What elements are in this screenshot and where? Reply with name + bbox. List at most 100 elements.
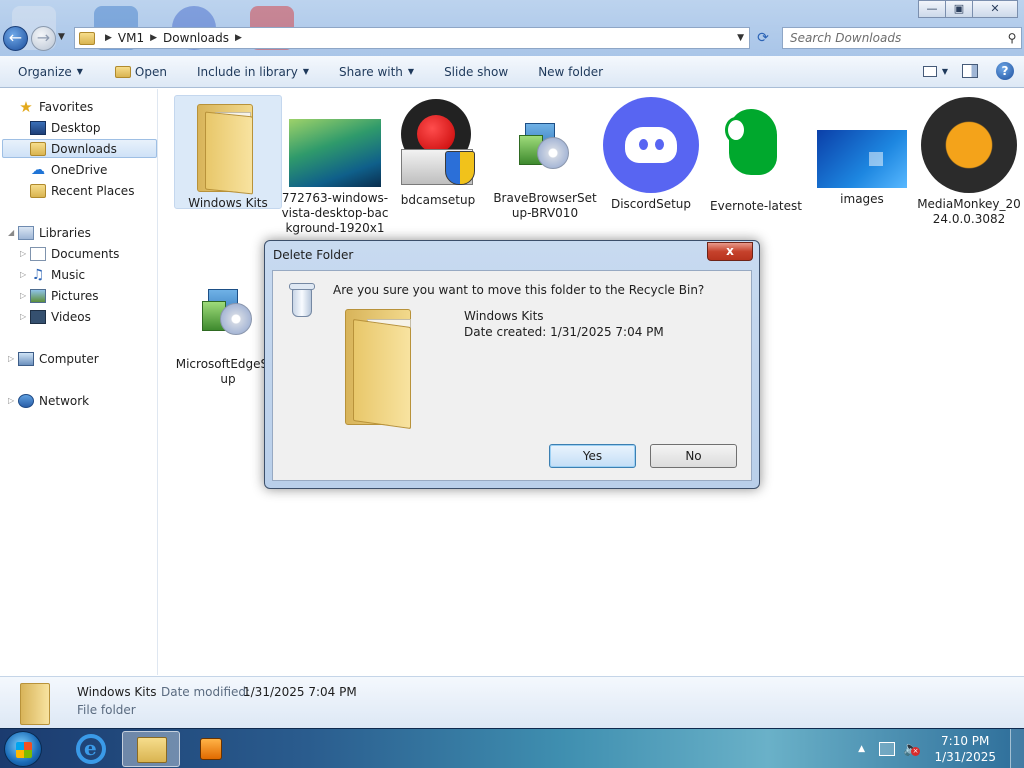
- bandicam-icon: [397, 99, 479, 189]
- file-item-evernote[interactable]: Evernote-latest: [702, 95, 810, 214]
- dialog-close-button[interactable]: x: [707, 242, 753, 261]
- preview-pane-icon[interactable]: [962, 64, 978, 78]
- chevron-right-icon[interactable]: ▶: [235, 33, 242, 43]
- expand-icon[interactable]: ▷: [20, 249, 30, 258]
- taskbar-internet-explorer[interactable]: e: [62, 731, 120, 767]
- share-with-menu[interactable]: Share with ▼: [339, 65, 414, 79]
- file-item-images[interactable]: images: [808, 95, 916, 207]
- dialog-body: Are you sure you want to move this folde…: [272, 270, 752, 481]
- help-icon[interactable]: ?: [996, 62, 1014, 80]
- taskbar-windows-explorer[interactable]: [122, 731, 180, 767]
- sidebar-label: Videos: [51, 309, 91, 324]
- sidebar-item-recent-places[interactable]: Recent Places: [30, 181, 134, 200]
- file-item-brave-setup[interactable]: BraveBrowserSetup-BRV010: [491, 95, 599, 221]
- details-name: Windows Kits: [77, 685, 157, 699]
- file-item-mediamonkey[interactable]: MediaMonkey_2024.0.0.3082: [915, 95, 1023, 227]
- mediamonkey-icon: [921, 97, 1017, 193]
- image-thumbnail-icon: [817, 130, 907, 188]
- sidebar-item-downloads[interactable]: Downloads: [2, 139, 157, 158]
- yes-button[interactable]: Yes: [549, 444, 636, 468]
- chevron-right-icon[interactable]: ▶: [105, 33, 112, 43]
- open-label: Open: [134, 64, 167, 79]
- sidebar-item-desktop[interactable]: Desktop: [30, 118, 101, 137]
- title-bar: — ▣ ✕ ← → ▼ ▶ VM1 ▶ Downloads ▶ ▼ ⟳ Sear…: [0, 0, 1024, 56]
- sidebar-item-pictures[interactable]: ▷ Pictures: [20, 286, 99, 305]
- file-name: images: [840, 192, 884, 206]
- file-name: MediaMonkey_2024.0.0.3082: [917, 197, 1021, 226]
- sidebar-label: Downloads: [51, 141, 117, 156]
- clock[interactable]: 7:10 PM 1/31/2025: [934, 733, 996, 765]
- sidebar-label: Desktop: [51, 120, 101, 135]
- forward-button[interactable]: →: [31, 26, 56, 51]
- breadcrumb-downloads[interactable]: Downloads: [163, 31, 229, 45]
- new-folder-button[interactable]: New folder: [538, 65, 603, 79]
- sidebar-label: Computer: [39, 351, 99, 366]
- sidebar-label: Libraries: [39, 225, 91, 240]
- file-name: bdcamsetup: [400, 193, 476, 207]
- volume-muted-icon[interactable]: 🔈×: [903, 741, 920, 757]
- close-window-button[interactable]: ✕: [972, 0, 1018, 18]
- sidebar-item-computer[interactable]: ▷ Computer: [8, 349, 99, 368]
- sidebar-item-documents[interactable]: ▷ Documents: [20, 244, 119, 263]
- installer-icon: [200, 283, 256, 341]
- organize-menu[interactable]: Organize ▼: [18, 65, 83, 79]
- back-button[interactable]: ←: [3, 26, 28, 51]
- sidebar-label: Network: [39, 393, 90, 408]
- computer-icon: [18, 351, 34, 366]
- expand-icon[interactable]: ▷: [8, 396, 18, 405]
- file-item-discord-setup[interactable]: DiscordSetup: [597, 95, 705, 212]
- sidebar-item-videos[interactable]: ▷ Videos: [20, 307, 91, 326]
- include-in-library-menu[interactable]: Include in library ▼: [197, 65, 309, 79]
- expand-icon[interactable]: ▷: [20, 291, 30, 300]
- sidebar-item-network[interactable]: ▷ Network: [8, 391, 89, 410]
- breadcrumb-vm1[interactable]: VM1: [118, 31, 144, 45]
- chevron-down-icon: ▼: [407, 67, 415, 76]
- network-status-icon[interactable]: [879, 742, 896, 756]
- sidebar-item-libraries[interactable]: ◢ Libraries: [8, 223, 91, 242]
- collapse-icon[interactable]: ◢: [8, 228, 18, 237]
- start-button[interactable]: [4, 731, 42, 767]
- windows-logo-icon: [16, 742, 32, 758]
- expand-icon[interactable]: ▷: [20, 312, 30, 321]
- details-modified-label: Date modified:: [161, 685, 251, 699]
- folder-icon: [20, 683, 50, 725]
- sidebar-label: Pictures: [51, 288, 99, 303]
- chevron-down-icon: ▼: [302, 67, 309, 76]
- sidebar-item-favorites[interactable]: ★ Favorites: [8, 97, 93, 116]
- address-dropdown-icon[interactable]: ▼: [737, 33, 744, 43]
- search-input[interactable]: Search Downloads ⚲: [782, 27, 1022, 49]
- downloads-folder-icon: [30, 141, 46, 156]
- sidebar-item-music[interactable]: ▷ ♫ Music: [20, 265, 85, 284]
- maximize-button[interactable]: ▣: [945, 0, 973, 18]
- folder-icon: [339, 309, 427, 430]
- show-hidden-icons-icon[interactable]: ▲: [858, 744, 865, 754]
- videos-icon: [30, 309, 46, 324]
- sidebar-label: OneDrive: [51, 162, 108, 177]
- address-bar[interactable]: ▶ VM1 ▶ Downloads ▶ ▼: [74, 27, 750, 49]
- expand-icon[interactable]: ▷: [20, 270, 30, 279]
- refresh-button[interactable]: ⟳: [753, 28, 773, 48]
- show-desktop-button[interactable]: [1010, 729, 1024, 768]
- clock-date: 1/31/2025: [934, 750, 996, 764]
- chevron-down-icon[interactable]: ▼: [942, 67, 948, 76]
- refresh-icon: ⟳: [757, 30, 769, 46]
- media-player-icon[interactable]: [200, 738, 222, 760]
- minimize-button[interactable]: —: [918, 0, 946, 18]
- toolbar-right: ▼ ?: [922, 62, 1014, 80]
- slide-show-button[interactable]: Slide show: [444, 65, 508, 79]
- folder-icon: [193, 104, 263, 195]
- file-item-bdcamsetup[interactable]: bdcamsetup: [384, 95, 492, 208]
- file-item-windows-kits[interactable]: Windows Kits: [174, 95, 282, 210]
- chevron-right-icon[interactable]: ▶: [150, 33, 157, 43]
- no-button[interactable]: No: [650, 444, 737, 468]
- expand-icon[interactable]: ▷: [8, 354, 18, 363]
- sidebar-item-onedrive[interactable]: ☁ OneDrive: [30, 160, 107, 179]
- image-thumbnail-icon: [289, 119, 381, 187]
- change-view-icon[interactable]: [922, 65, 937, 77]
- recent-pages-dropdown[interactable]: ▼: [58, 32, 65, 42]
- open-button[interactable]: Open: [114, 64, 167, 79]
- file-item-vista-background[interactable]: 772763-windows-vista-desktop-background-…: [281, 95, 389, 236]
- details-type: File folder: [77, 703, 136, 717]
- file-name: Windows Kits: [188, 196, 268, 210]
- details-pane: Windows Kits Date modified: 1/31/2025 7:…: [0, 676, 1024, 728]
